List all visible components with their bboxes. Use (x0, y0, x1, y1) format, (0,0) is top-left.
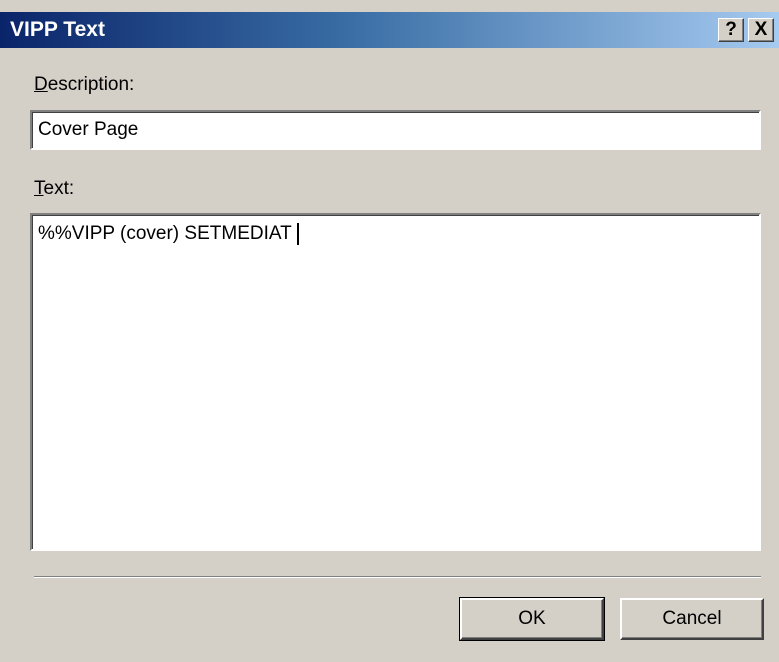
text-area[interactable]: %%VIPP (cover) SETMEDIAT (30, 213, 761, 551)
ok-button[interactable]: OK (459, 597, 605, 641)
description-input[interactable]: Cover Page (30, 110, 761, 150)
description-label: Description: (34, 74, 134, 96)
text-label: Text: (34, 178, 74, 200)
description-label-text: escription: (47, 74, 135, 95)
text-caret (296, 223, 299, 245)
separator (34, 576, 761, 578)
close-icon[interactable]: X (748, 18, 774, 42)
text-label-text: ext: (43, 178, 75, 199)
window-title: VIPP Text (10, 18, 105, 41)
title-bar: VIPP Text ? X (0, 12, 779, 48)
text-area-line: %%VIPP (cover) SETMEDIAT (38, 223, 299, 245)
description-label-accelerator: D (34, 74, 48, 95)
help-icon[interactable]: ? (718, 18, 744, 42)
vipp-text-dialog: VIPP Text ? X Description: Cover Page Te… (0, 0, 779, 662)
description-value: Cover Page (38, 119, 139, 140)
text-area-value: %%VIPP (cover) SETMEDIAT (38, 223, 292, 244)
text-label-accelerator: T (34, 178, 44, 199)
cancel-button[interactable]: Cancel (620, 598, 764, 640)
